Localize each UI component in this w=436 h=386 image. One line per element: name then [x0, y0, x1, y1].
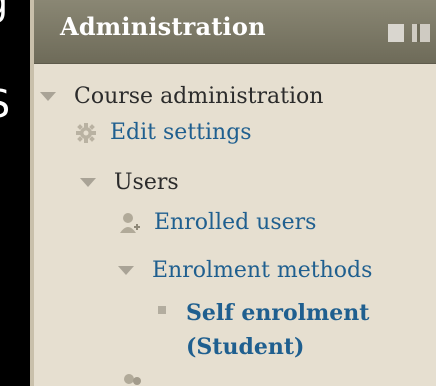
- tree-label: Users: [114, 170, 179, 195]
- users-icon: [120, 372, 144, 386]
- user-add-icon: [118, 211, 142, 235]
- expanded-triangle-icon: [40, 92, 56, 101]
- enrolled-users-link[interactable]: Enrolled users: [154, 210, 316, 235]
- tree-item-users[interactable]: Users: [80, 170, 179, 195]
- edit-settings-link[interactable]: Edit settings: [110, 120, 252, 145]
- collapse-block-icon[interactable]: [388, 24, 404, 42]
- block-title: Administration: [60, 12, 266, 41]
- tree-label: Course administration: [74, 84, 324, 109]
- background-glyph-middle: S: [0, 82, 10, 126]
- self-enrolment-link-line1[interactable]: Self enrolment: [186, 296, 369, 330]
- expanded-triangle-icon: [80, 178, 96, 187]
- administration-block: Administration Course administration Edi…: [30, 0, 436, 386]
- self-enrolment-link-line2[interactable]: (Student): [186, 330, 369, 364]
- block-header: Administration: [34, 0, 436, 64]
- background-glyph-top: g: [0, 0, 8, 24]
- dock-block-icon[interactable]: [412, 24, 430, 42]
- expanded-triangle-icon: [118, 266, 134, 275]
- gear-icon: [74, 121, 98, 145]
- enrolment-methods-link[interactable]: Enrolment methods: [152, 258, 372, 283]
- tree-item-enrolment-methods[interactable]: Enrolment methods: [118, 258, 372, 283]
- background-text-fragment: g S: [0, 0, 24, 386]
- leaf-bullet-icon: [158, 306, 166, 314]
- tree-item-edit-settings[interactable]: Edit settings: [74, 120, 252, 145]
- tree-item-course-administration[interactable]: Course administration: [40, 84, 323, 109]
- header-controls: [388, 24, 430, 42]
- tree-item-enrolled-users[interactable]: Enrolled users: [118, 210, 316, 235]
- tree-item-self-enrolment[interactable]: Self enrolment (Student): [158, 296, 369, 364]
- tree-item-partial[interactable]: [120, 372, 156, 386]
